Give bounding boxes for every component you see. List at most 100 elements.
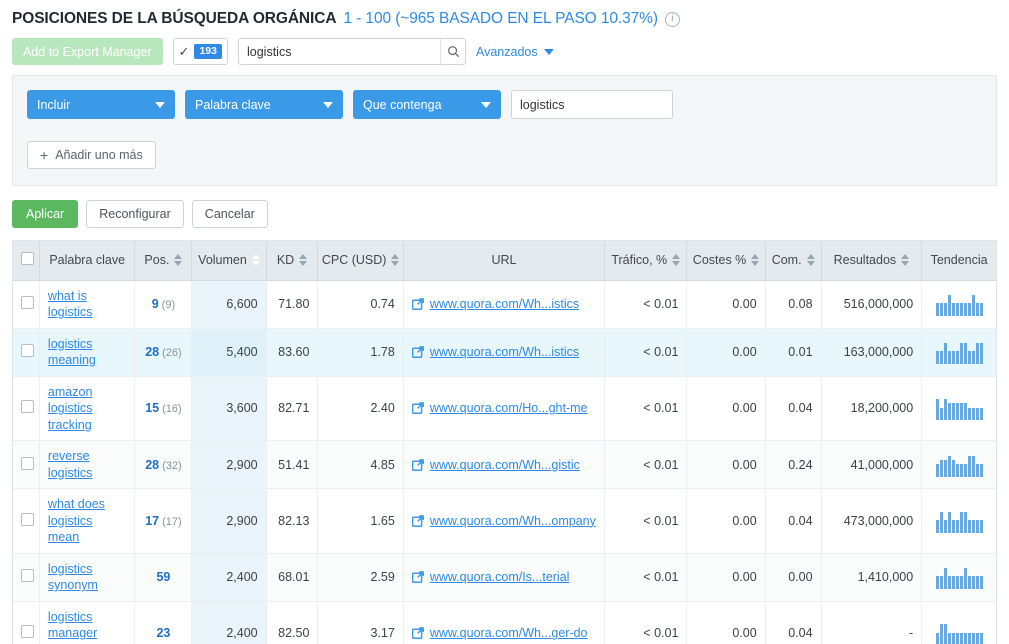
url-link[interactable]: www.quora.com/Wh...ger-do [430,626,588,640]
row-checkbox[interactable] [21,569,34,582]
table-row: logistics manager salary 23 2,40082.503.17… [13,601,996,644]
apply-button[interactable]: Aplicar [12,200,79,228]
costs-cell: 0.00 [686,376,766,441]
search-input[interactable] [237,38,466,65]
filter-value-input[interactable] [511,90,673,119]
select-all-checkbox[interactable] [21,252,34,266]
row-select-cell[interactable] [13,328,40,377]
row-select-cell[interactable] [13,280,40,329]
url-link[interactable]: www.quora.com/Ho...ght-me [430,401,588,415]
keyword-link[interactable]: what is logistics [48,288,122,321]
search-button[interactable] [439,38,466,65]
table-row: what is logistics 9 (9) 6,600 71.80 0.74 www.q… [13,280,996,329]
reconfigure-button[interactable]: Reconfigurar [86,200,184,228]
com-cell: 0.04 [765,601,822,644]
sort-icon[interactable] [672,254,681,267]
row-select-cell[interactable] [13,440,40,489]
keyword-link[interactable]: reverse logistics [48,448,122,481]
keyword-cell: logistics synonym [39,553,136,602]
url-link[interactable]: www.quora.com/Wh...istics [430,345,579,359]
cancel-button[interactable]: Cancelar [191,200,268,228]
costs-cell: 0.00 [686,328,766,377]
add-to-export-manager-button[interactable]: Add to Export Manager [12,38,163,65]
external-link-icon [411,571,424,583]
header-url-label: URL [491,253,517,268]
add-one-more-button[interactable]: + Añadir uno más [27,141,156,169]
traffic-cell: < 0.01 [604,376,688,441]
sort-icon[interactable] [751,254,760,267]
position-value: 15 [145,401,160,416]
keyword-link[interactable]: logistics synonym [48,561,122,594]
filter-operator-dropdown[interactable]: Que contenga [353,90,501,119]
header-keyword[interactable]: Palabra clave [39,241,136,281]
header-kd[interactable]: KD [266,241,319,281]
row-checkbox[interactable] [21,512,34,526]
sort-icon[interactable] [299,254,308,267]
filter-field-label: Palabra clave [195,97,271,112]
row-select-cell[interactable] [13,601,40,644]
row-select-cell[interactable] [13,553,40,602]
keyword-cell: reverse logistics [39,440,136,489]
kd-cell: 71.80 [266,280,319,329]
keyword-link[interactable]: what does logistics mean [48,496,122,546]
results-table: Palabra clave Pos. Volumen KD CPC (USD) … [13,241,996,644]
header-url[interactable]: URL [403,241,606,281]
row-checkbox[interactable] [21,625,34,639]
external-link-icon [411,298,424,310]
sort-icon[interactable] [901,254,910,267]
url-link[interactable]: www.quora.com/Is...terial [430,570,570,584]
external-link-icon [411,346,424,358]
advanced-dropdown[interactable]: Avanzados [476,45,554,59]
kd-cell: 51.41 [266,440,319,489]
position-previous: (26) [162,347,182,359]
keyword-link[interactable]: logistics manager salary [48,609,122,644]
info-icon[interactable]: i [664,11,680,27]
trend-sparkline [930,621,988,644]
position-previous: (9) [161,299,176,311]
header-select-all[interactable] [13,241,40,281]
keyword-link[interactable]: logistics meaning [48,336,122,369]
add-one-more-label: Añadir uno más [55,148,143,162]
url-link[interactable]: www.quora.com/Wh...ompany [430,514,596,528]
sort-icon-active[interactable] [251,254,260,267]
sort-icon[interactable] [391,254,400,267]
url-link[interactable]: www.quora.com/Wh...gistic [430,458,580,472]
keyword-cell: logistics manager salary [39,601,136,644]
costs-cell: 0.00 [686,601,766,644]
keyword-link[interactable]: amazon logistics tracking [48,384,122,434]
row-checkbox[interactable] [21,296,34,309]
volume-cell: 2,400 [191,553,267,602]
header-com[interactable]: Com. [765,241,822,281]
traffic-cell: < 0.01 [604,280,688,329]
traffic-cell: < 0.01 [604,553,688,602]
header-traffic[interactable]: Tráfico, % [604,241,688,281]
trend-cell [921,601,996,644]
header-position[interactable]: Pos. [134,241,193,281]
position-value: 59 [156,570,171,584]
filter-include-dropdown[interactable]: Incluir [27,90,175,119]
header-volume-label: Volumen [198,253,247,268]
position-cell: 9 (9) [134,280,193,329]
url-link[interactable]: www.quora.com/Wh...istics [430,297,579,311]
url-cell: www.quora.com/Ho...ght-me [403,376,606,441]
header-results[interactable]: Resultados [821,241,923,281]
header-cpc[interactable]: CPC (USD) [317,241,404,281]
row-checkbox[interactable] [21,344,34,357]
sort-icon[interactable] [806,254,815,267]
row-checkbox[interactable] [21,400,34,414]
row-checkbox[interactable] [21,456,34,470]
sort-icon[interactable] [174,254,183,267]
page-title: POSICIONES DE LA BÚSQUEDA ORGÁNICA [12,10,337,27]
header-cpc-label: CPC (USD) [321,253,387,268]
header-volume[interactable]: Volumen [191,241,267,281]
filter-field-dropdown[interactable]: Palabra clave [185,90,343,119]
chevron-down-icon [323,101,333,108]
row-select-cell[interactable] [13,376,40,441]
selection-counter[interactable]: ✓ 193 [172,38,228,65]
com-cell: 0.08 [765,280,822,329]
external-link-icon [411,402,424,415]
filter-row: Incluir Palabra clave Que contenga [27,90,982,119]
header-costs[interactable]: Costes % [686,241,766,281]
search-icon [448,46,460,58]
row-select-cell[interactable] [13,488,40,554]
